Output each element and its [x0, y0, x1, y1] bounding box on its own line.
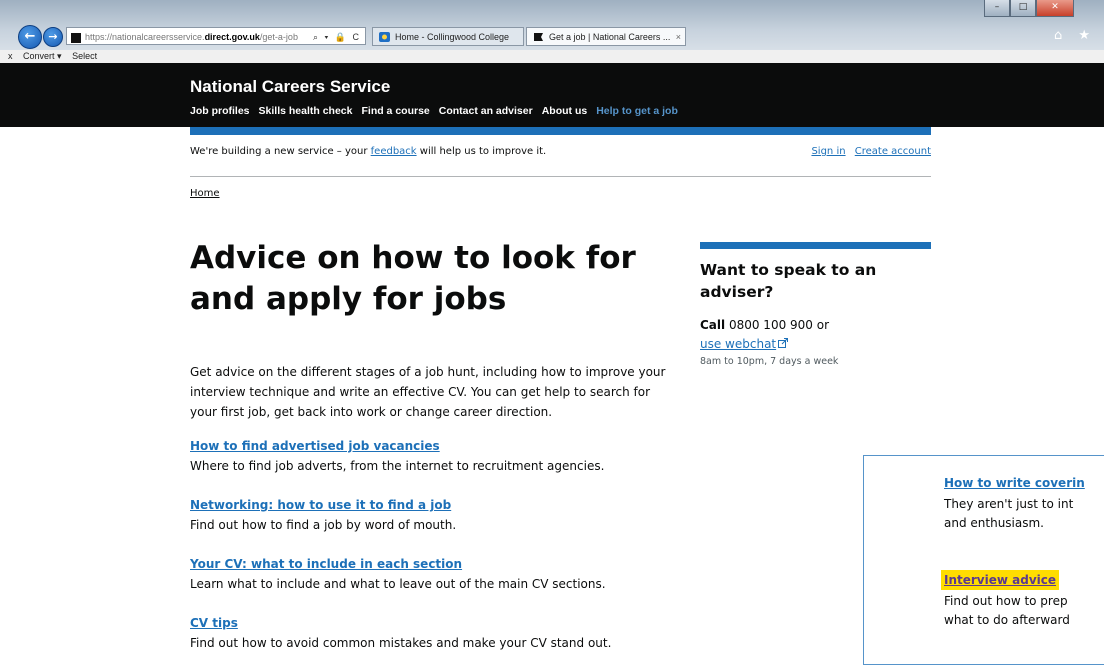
site-favicon-icon	[71, 32, 81, 43]
close-window-button[interactable]: ✕	[1036, 0, 1074, 17]
webchat-label: use webchat	[700, 337, 777, 351]
panel-item: Interview advice Find out how to prep wha…	[944, 569, 1104, 630]
panel-item-description: Find out how to prep what to do afterward	[944, 592, 1104, 630]
phase-text: We're building a new service – your	[190, 146, 371, 157]
minimize-button[interactable]: –	[984, 0, 1010, 17]
item-description: Find out how to avoid common mistakes an…	[190, 636, 612, 650]
nav-contact-an-adviser[interactable]: Contact an adviser	[439, 105, 533, 117]
site-header: National Careers Service Job profiles Sk…	[0, 63, 1104, 127]
phone-number: 0800 100 900 or	[725, 318, 830, 332]
forward-button[interactable]: →	[43, 27, 63, 47]
adviser-hours: 8am to 10pm, 7 days a week	[700, 356, 839, 367]
flag-favicon-icon	[534, 33, 543, 41]
url-scheme: https://	[85, 32, 113, 42]
cover-letter-link[interactable]: How to write coverin	[944, 476, 1085, 490]
cv-sections-link[interactable]: Your CV: what to include in each section	[190, 556, 710, 572]
header-accent-bar	[190, 127, 931, 135]
list-item: How to find advertised job vacancies Whe…	[190, 438, 710, 475]
desc-line: and enthusiasm.	[944, 516, 1044, 530]
main-nav: Job profiles Skills health check Find a …	[190, 105, 678, 117]
tab-label: Home - Collingwood College	[395, 32, 510, 42]
url-domain: direct.gov.uk	[204, 32, 260, 42]
panel-item-description: They aren't just to int and enthusiasm.	[944, 495, 1104, 533]
divider	[190, 176, 931, 177]
phase-text-end: will help us to improve it.	[416, 146, 547, 157]
url-subdomain: nationalcareersservice.	[112, 32, 205, 42]
address-bar[interactable]: https://nationalcareersservice.direct.go…	[66, 27, 366, 45]
item-description: Where to find job adverts, from the inte…	[190, 459, 605, 473]
back-arrow-icon: ←	[24, 29, 36, 44]
back-button[interactable]: ←	[18, 25, 42, 49]
browser-chrome: ← → https://nationalcareersservice.direc…	[0, 0, 1104, 50]
list-item: Your CV: what to include in each section…	[190, 556, 710, 593]
nav-help-to-get-a-job[interactable]: Help to get a job	[596, 105, 678, 117]
page-lede: Get advice on the different stages of a …	[190, 365, 666, 419]
tab-label: Get a job | National Careers ...	[549, 32, 671, 42]
tab-collingwood[interactable]: Home - Collingwood College	[372, 27, 524, 46]
url-path: /get-a-job	[259, 32, 298, 42]
page-title: Advice on how to look for and apply for …	[190, 240, 636, 317]
tab-get-a-job[interactable]: Get a job | National Careers ... ×	[526, 27, 686, 46]
account-links: Sign in Create account	[805, 146, 931, 157]
external-link-icon	[778, 338, 789, 348]
sign-in-link[interactable]: Sign in	[811, 146, 845, 157]
nav-about-us[interactable]: About us	[542, 105, 588, 117]
phase-banner: We're building a new service – your feed…	[190, 146, 931, 157]
desc-line: They aren't just to int	[944, 497, 1074, 511]
related-panel: How to write coverin They aren't just to…	[863, 455, 1104, 665]
interview-advice-link[interactable]: Interview advice	[944, 573, 1057, 587]
nav-find-a-course[interactable]: Find a course	[361, 105, 429, 117]
window-controls: – □ ✕	[984, 0, 1074, 17]
select-button[interactable]: Select	[72, 51, 97, 61]
list-item: CV tips Find out how to avoid common mis…	[190, 615, 710, 652]
call-label: Call	[700, 318, 726, 332]
command-bar: x Convert ▾ Select	[0, 50, 1104, 63]
forward-arrow-icon: →	[48, 30, 58, 43]
create-account-link[interactable]: Create account	[855, 146, 931, 157]
cv-tips-link[interactable]: CV tips	[190, 615, 710, 631]
breadcrumb-home[interactable]: Home	[190, 188, 220, 199]
close-toolbar-icon[interactable]: x	[8, 51, 13, 61]
adviser-title: Want to speak to an adviser?	[700, 261, 877, 301]
tab-close-icon[interactable]: ×	[676, 28, 681, 45]
adviser-call: Call 0800 100 900 or use webchat	[700, 316, 829, 354]
college-favicon-icon	[379, 32, 390, 42]
desc-line: Find out how to prep	[944, 594, 1068, 608]
convert-button[interactable]: Convert ▾	[23, 51, 62, 61]
networking-link[interactable]: Networking: how to use it to find a job	[190, 497, 710, 513]
site-brand[interactable]: National Careers Service	[190, 77, 390, 97]
feedback-link[interactable]: feedback	[371, 146, 417, 157]
desc-line: what to do afterward	[944, 613, 1070, 627]
address-tools[interactable]: ⌕ ▾ 🔒 C	[313, 28, 361, 44]
item-description: Learn what to include and what to leave …	[190, 577, 606, 591]
item-description: Find out how to find a job by word of mo…	[190, 518, 457, 532]
panel-item: How to write coverin They aren't just to…	[944, 472, 1104, 533]
list-item: Networking: how to use it to find a job …	[190, 497, 710, 534]
maximize-button[interactable]: □	[1010, 0, 1036, 17]
adviser-accent-bar	[700, 242, 931, 249]
home-favorites-icons[interactable]: ⌂ ★	[1054, 28, 1096, 43]
nav-skills-health-check[interactable]: Skills health check	[259, 105, 353, 117]
nav-job-profiles[interactable]: Job profiles	[190, 105, 250, 117]
webchat-link[interactable]: use webchat	[700, 337, 789, 351]
job-vacancies-link[interactable]: How to find advertised job vacancies	[190, 438, 710, 454]
